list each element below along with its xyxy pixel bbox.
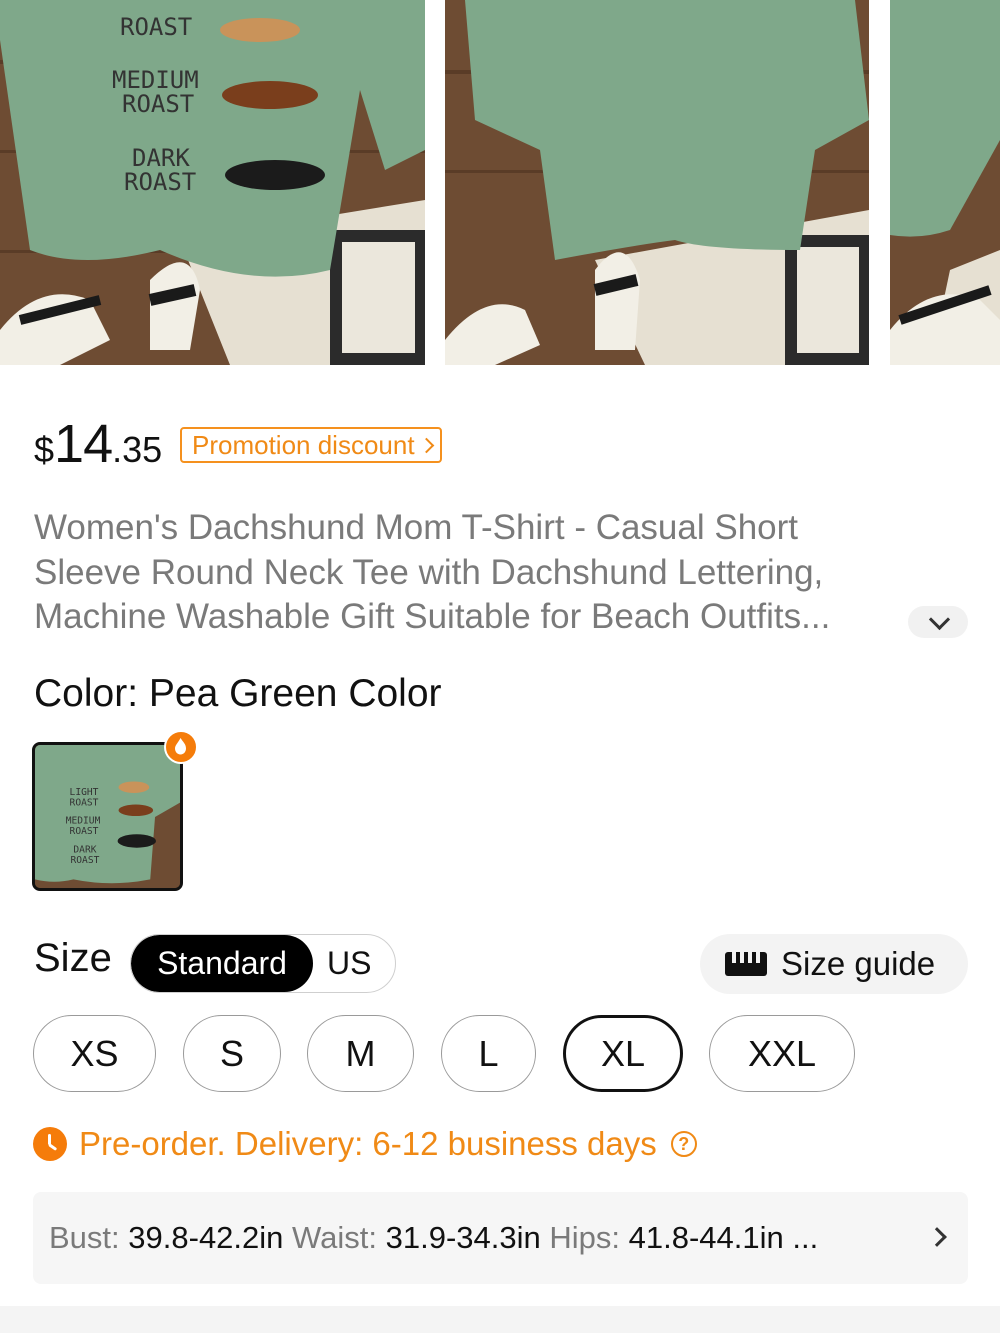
delivery-text: Pre-order. Delivery: 6-12 business days [79,1125,657,1162]
price-currency: $ [34,429,55,470]
product-image-3[interactable] [890,0,1000,365]
product-image-2[interactable] [445,0,869,365]
price-decimal: .35 [112,429,163,470]
svg-text:ROAST: ROAST [70,826,99,837]
product-image-gallery[interactable]: ROAST MEDIUM ROAST DARK ROAST [0,0,1000,365]
size-system-us[interactable]: US [313,935,395,992]
color-swatch-pea-green[interactable]: LIGHT ROAST MEDIUM ROAST DARK ROAST [32,742,183,891]
chevron-right-icon [418,437,434,453]
svg-text:ROAST: ROAST [70,797,99,808]
chevron-right-icon [927,1227,947,1247]
size-option-s[interactable]: S [183,1015,281,1092]
promotion-discount-label: Promotion discount [192,430,415,460]
hot-flame-icon [164,730,198,764]
size-measurements-bar[interactable]: Bust: 39.8-42.2in Waist: 31.9-34.3in Hip… [33,1192,968,1284]
svg-text:ROAST: ROAST [122,90,194,118]
svg-text:ROAST: ROAST [120,13,192,41]
waist-label: Waist: [292,1220,377,1255]
promotion-discount-button[interactable]: Promotion discount [180,427,442,463]
more-ellipsis: ... [792,1220,819,1255]
size-guide-label: Size guide [781,945,936,982]
svg-text:DARK: DARK [73,844,96,855]
size-label: Size [34,936,112,980]
bust-label: Bust: [49,1220,120,1255]
measurements-line: Bust: 39.8-42.2in Waist: 31.9-34.3in Hip… [33,1220,818,1256]
svg-text:ROAST: ROAST [124,168,196,196]
color-label: Color: Pea Green Color [34,672,442,715]
waist-value: 31.9-34.3in [385,1220,541,1255]
delivery-notice: Pre-order. Delivery: 6-12 business days … [33,1124,697,1164]
svg-text:ROAST: ROAST [71,855,100,866]
size-option-xl[interactable]: XL [563,1015,683,1092]
svg-text:MEDIUM: MEDIUM [66,816,101,827]
size-option-xxl[interactable]: XXL [709,1015,855,1092]
ruler-icon [725,952,767,976]
size-option-xs[interactable]: XS [33,1015,156,1092]
price-integer: 14 [54,414,113,474]
price: $ 14 .35 [34,413,162,475]
clock-icon [33,1127,67,1161]
hips-label: Hips: [549,1220,621,1255]
product-title: Women's Dachshund Mom T-Shirt - Casual S… [34,508,831,636]
size-system-standard[interactable]: Standard [131,935,313,992]
bust-value: 39.8-42.2in [128,1220,284,1255]
product-image-1[interactable]: ROAST MEDIUM ROAST DARK ROAST [0,0,425,365]
size-system-toggle[interactable]: Standard US [130,934,396,993]
svg-text:LIGHT: LIGHT [70,787,99,798]
hips-value: 41.8-44.1in [628,1220,784,1255]
size-option-l[interactable]: L [441,1015,536,1092]
price-row: $ 14 .35 Promotion discount [34,413,442,475]
expand-title-button[interactable] [908,606,968,638]
size-guide-button[interactable]: Size guide [700,934,968,994]
size-option-m[interactable]: M [307,1015,414,1092]
help-icon[interactable]: ? [670,1131,697,1157]
section-divider [0,1306,1000,1333]
